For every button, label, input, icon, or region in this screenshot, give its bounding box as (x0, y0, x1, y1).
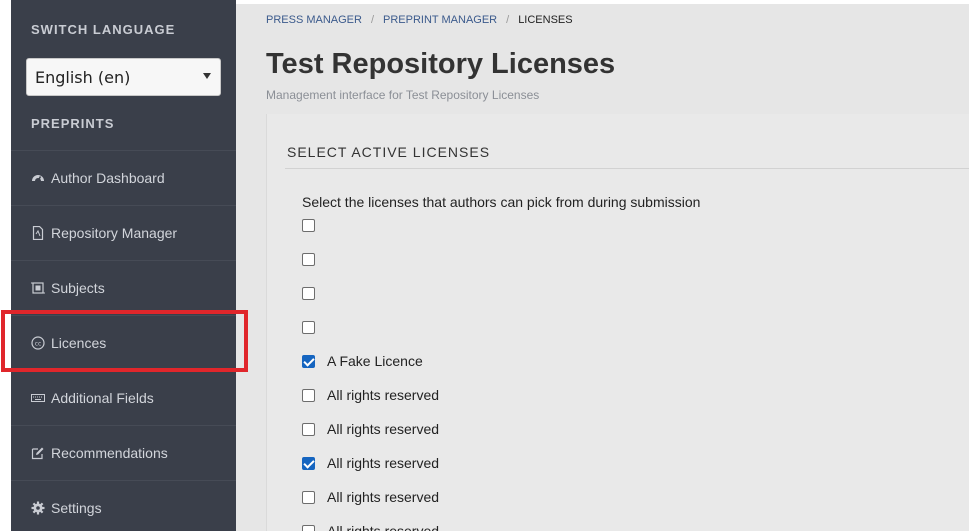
license-label: All rights reserved (327, 387, 440, 403)
breadcrumb-current: LICENSES (518, 14, 573, 26)
highlight-box (1, 310, 248, 372)
license-checkbox[interactable] (302, 389, 315, 402)
sidebar-item-author-dashboard[interactable]: Author Dashboard (11, 150, 236, 205)
dashboard-icon (32, 175, 44, 182)
main-top-strip (236, 0, 969, 4)
license-checkbox[interactable] (302, 525, 315, 531)
license-label: All rights reserved (327, 523, 440, 531)
gear-icon (31, 501, 45, 515)
panel-divider (285, 168, 969, 169)
sidebar-item-label: Subjects (51, 280, 105, 296)
sidebar-item-repository-manager[interactable]: Repository Manager (11, 205, 236, 260)
license-label: A Fake Licence (327, 353, 423, 369)
edit-icon (31, 447, 44, 460)
license-checkbox[interactable] (302, 457, 315, 470)
license-checkbox[interactable] (302, 219, 315, 232)
language-select[interactable]: English (en) (26, 58, 221, 96)
page-title: Test Repository Licenses (266, 48, 616, 80)
license-checkbox[interactable] (302, 287, 315, 300)
license-label: All rights reserved (327, 455, 440, 471)
license-checkbox[interactable] (302, 321, 315, 334)
sidebar-item-label: Additional Fields (51, 390, 154, 406)
sidebar-item-label: Recommendations (51, 445, 168, 461)
sidebar-edge (0, 0, 11, 531)
file-icon (32, 226, 44, 240)
license-label: All rights reserved (327, 421, 440, 437)
sidebar-item-subjects[interactable]: Subjects (11, 260, 236, 315)
breadcrumb-preprint-manager[interactable]: PREPRINT MANAGER (383, 14, 497, 26)
panel-heading: SELECT ACTIVE LICENSES (287, 144, 491, 160)
subjects-icon (31, 282, 45, 294)
sidebar-item-additional-fields[interactable]: Additional Fields (11, 370, 236, 425)
license-checkbox[interactable] (302, 253, 315, 266)
chevron-down-icon (203, 73, 211, 79)
language-select-value: English (en) (35, 68, 131, 87)
switch-language-title: SWITCH LANGUAGE (31, 22, 176, 37)
license-label: All rights reserved (327, 489, 440, 505)
breadcrumb: PRESS MANAGER / PREPRINT MANAGER / LICENSES (266, 14, 573, 26)
licenses-panel: SELECT ACTIVE LICENSES Select the licens… (266, 114, 969, 531)
sidebar-item-label: Settings (51, 500, 102, 516)
breadcrumb-press-manager[interactable]: PRESS MANAGER (266, 14, 362, 26)
license-checkbox[interactable] (302, 423, 315, 436)
sidebar: SWITCH LANGUAGE English (en) PREPRINTS A… (11, 0, 236, 531)
keyboard-icon (31, 394, 45, 402)
preprints-title: PREPRINTS (31, 116, 115, 131)
license-checkbox[interactable] (302, 491, 315, 504)
page-subtitle: Management interface for Test Repository… (266, 88, 540, 102)
breadcrumb-separator: / (370, 14, 375, 26)
panel-intro: Select the licenses that authors can pic… (302, 194, 701, 210)
license-checkbox[interactable] (302, 355, 315, 368)
sidebar-item-recommendations[interactable]: Recommendations (11, 425, 236, 480)
sidebar-item-settings[interactable]: Settings (11, 480, 236, 531)
sidebar-item-label: Author Dashboard (51, 170, 165, 186)
sidebar-item-label: Repository Manager (51, 225, 178, 241)
breadcrumb-separator: / (506, 14, 510, 26)
